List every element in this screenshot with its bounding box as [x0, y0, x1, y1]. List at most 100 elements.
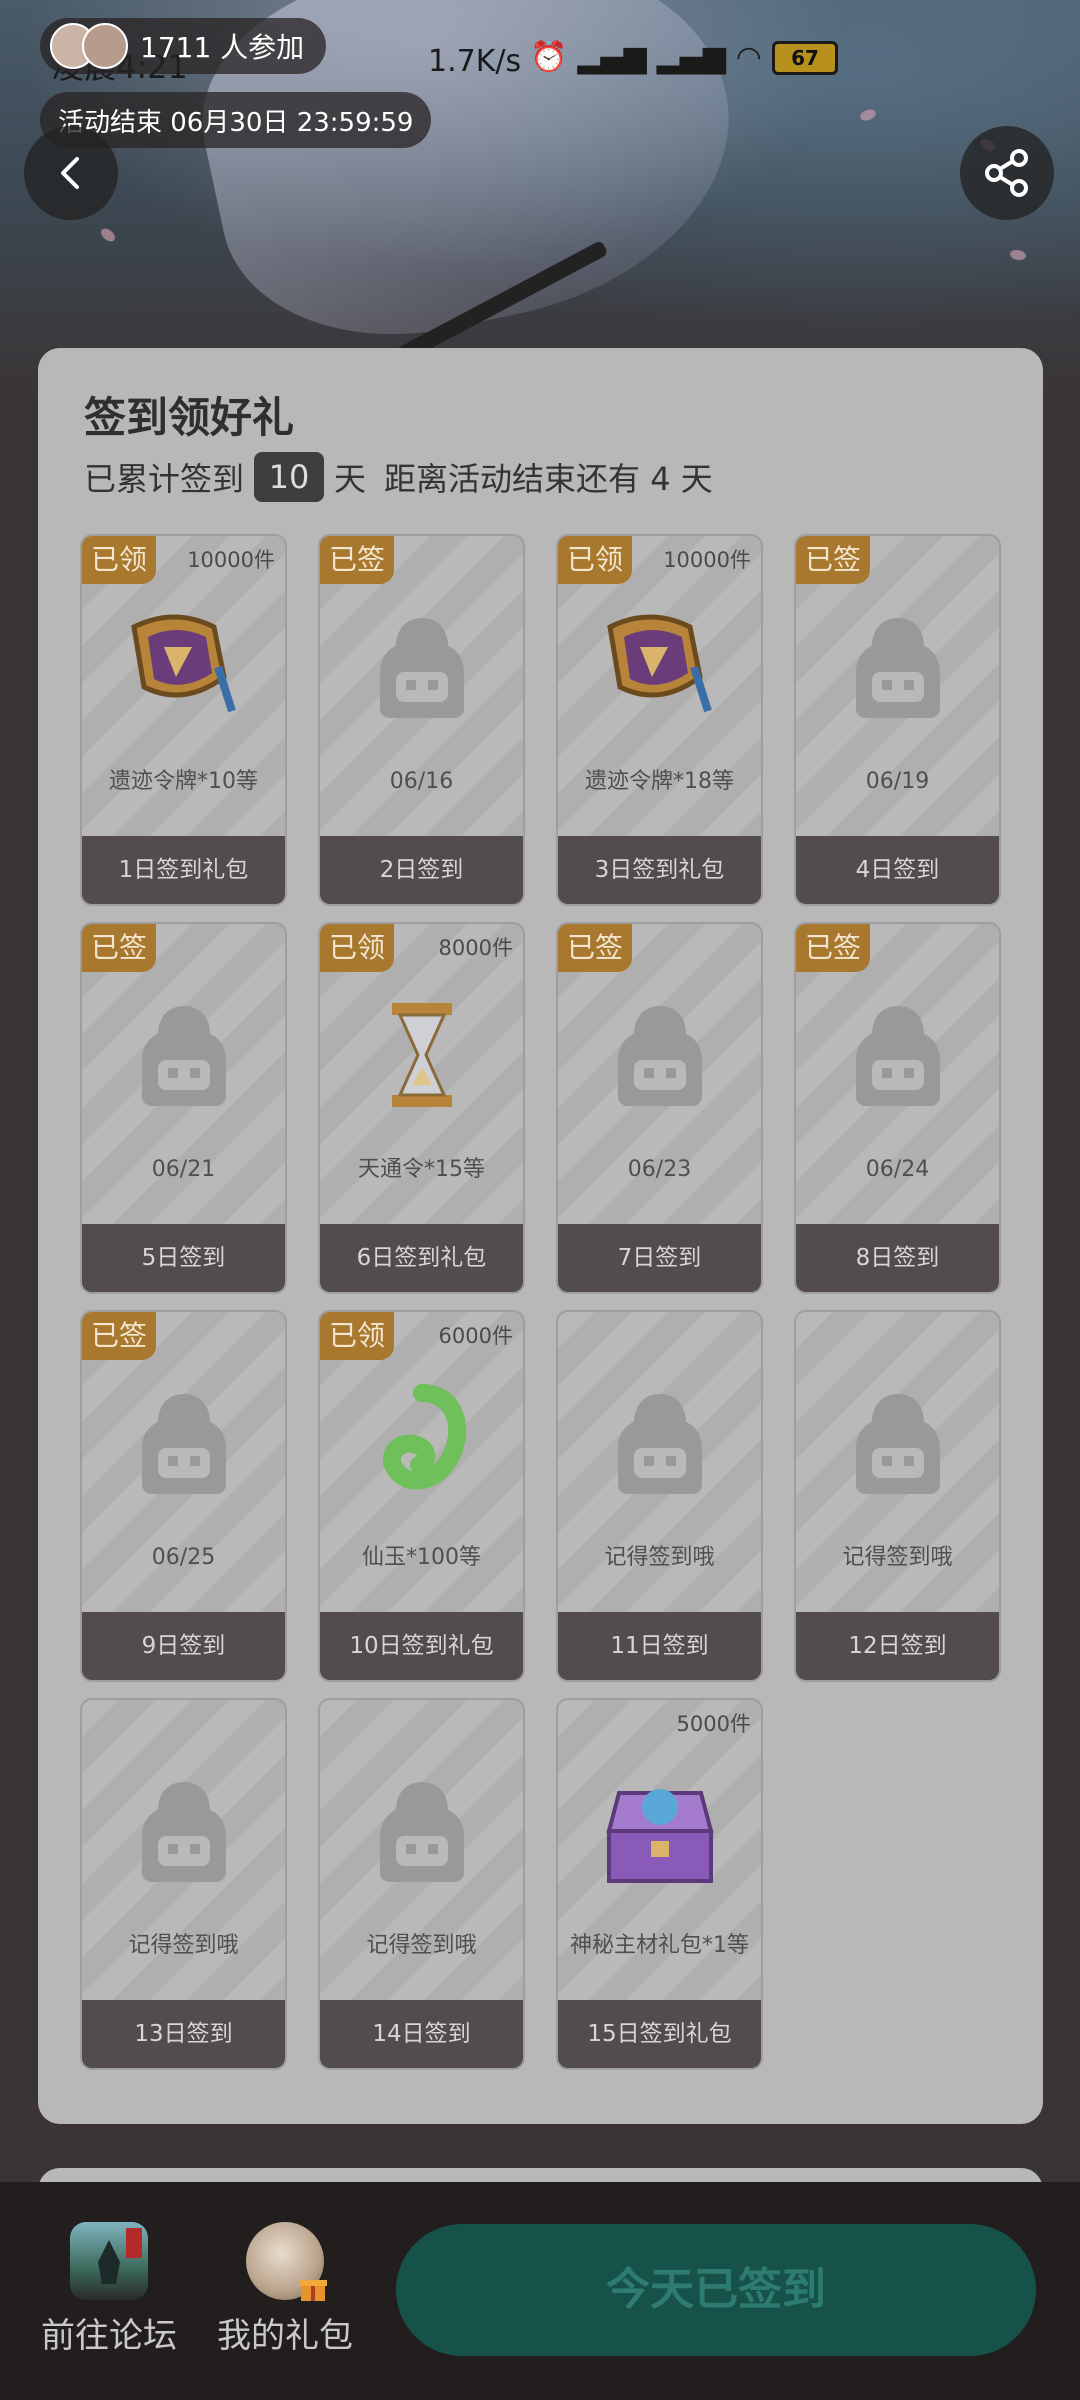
tile-day-label: 14日签到 [320, 2000, 523, 2068]
stock-quantity: 5000件 [676, 1712, 751, 1736]
tile-day-label: 7日签到 [558, 1224, 761, 1292]
tile-day-label: 8日签到 [796, 1224, 999, 1292]
jade-icon [320, 1378, 523, 1508]
checkin-day-tile[interactable]: 记得签到哦 13日签到 [80, 1698, 287, 2070]
forum-nav-button[interactable]: 前往论坛 [34, 2222, 184, 2357]
tile-reward-text: 遗迹令牌*10等 [109, 769, 258, 794]
checkin-day-tile[interactable]: 已领 6000件仙玉*100等 10日签到礼包 [318, 1310, 525, 1682]
tile-reward-text: 记得签到哦 [128, 1933, 239, 1958]
tile-day-label: 9日签到 [82, 1612, 285, 1680]
alarm-icon: ⏰ [530, 40, 568, 75]
placeholder-icon [82, 990, 285, 1120]
placeholder-icon [796, 1378, 999, 1508]
checkin-day-tile[interactable]: 已领 8000件天通令*15等 6日签到礼包 [318, 922, 525, 1294]
chest-icon [558, 1766, 761, 1896]
share-button[interactable] [960, 126, 1054, 220]
status-badge: 已签 [558, 924, 632, 972]
token-icon [558, 602, 761, 732]
status-badge: 已签 [320, 536, 394, 584]
placeholder-icon [320, 1766, 523, 1896]
hourglass-icon [320, 990, 523, 1120]
tile-day-label: 10日签到礼包 [320, 1612, 523, 1680]
petal-decoration [98, 226, 118, 244]
status-badge: 已领 [558, 536, 632, 584]
status-badge: 已领 [320, 1312, 394, 1360]
status-badge: 已签 [82, 1312, 156, 1360]
share-icon [985, 149, 1028, 197]
checkin-day-tile[interactable]: 记得签到哦 14日签到 [318, 1698, 525, 2070]
checkin-day-tile[interactable]: 已签 06/19 4日签到 [794, 534, 1001, 906]
checkin-day-tile[interactable]: 已签 06/24 8日签到 [794, 922, 1001, 1294]
tile-reward-text: 记得签到哦 [366, 1933, 477, 1958]
tile-day-label: 13日签到 [82, 2000, 285, 2068]
status-badge: 已签 [82, 924, 156, 972]
summary-prefix: 已累计签到 [84, 460, 245, 498]
signal-hd-2-icon: ▂▄▆ [656, 40, 726, 75]
participants-pill: 1711 人参加 [40, 18, 327, 74]
tile-day-label: 11日签到 [558, 1612, 761, 1680]
status-badge: 已领 [320, 924, 394, 972]
participant-avatars [50, 23, 128, 69]
forum-label: 前往论坛 [41, 2316, 177, 2356]
checkin-summary: 已累计签到 10 天 距离活动结束还有 4 天 [84, 452, 713, 502]
tile-reward-text: 06/25 [151, 1545, 216, 1570]
card-title: 签到领好礼 [84, 393, 295, 442]
tile-reward-text: 06/23 [627, 1157, 692, 1182]
tile-reward-text: 天通令*15等 [358, 1157, 485, 1182]
placeholder-icon [796, 990, 999, 1120]
checkin-day-tile[interactable]: 5000件 神秘主材礼包*1等 15日签到礼包 [556, 1698, 763, 2070]
days-count-badge: 10 [254, 452, 325, 502]
stock-quantity: 6000件 [438, 1324, 513, 1348]
forum-app-icon [70, 2222, 148, 2300]
wifi-icon: ◠ [735, 40, 762, 75]
participants-count: 1711 人参加 [140, 31, 305, 64]
checked-in-today-button[interactable]: 今天已签到 [396, 2224, 1036, 2356]
tile-day-label: 4日签到 [796, 836, 999, 904]
status-badge: 已领 [82, 536, 156, 584]
stock-quantity: 8000件 [438, 936, 513, 960]
tile-reward-text: 06/19 [865, 769, 930, 794]
tile-day-label: 6日签到礼包 [320, 1224, 523, 1292]
signal-hd-icon: ▂▄▆ [577, 40, 647, 75]
remaining-days-text: 距离活动结束还有 4 天 [384, 460, 713, 498]
tile-reward-text: 仙玉*100等 [362, 1545, 481, 1570]
activity-end-time: 活动结束 06月30日 23:59:59 [58, 107, 414, 138]
checkin-grid: 已领 10000件 遗迹令牌*10等 1日签到礼包 已签 06/16 2日签到 已领 10000… [80, 534, 1001, 2070]
placeholder-icon [558, 990, 761, 1120]
battery-level: 67 [791, 45, 819, 70]
status-badge: 已签 [796, 536, 870, 584]
status-badge: 已签 [796, 924, 870, 972]
placeholder-icon [82, 1766, 285, 1896]
placeholder-icon [796, 602, 999, 732]
status-icons: ⏰ ▂▄▆ ▂▄▆ ◠ 67 [530, 40, 838, 75]
stock-quantity: 10000件 [663, 548, 751, 572]
checkin-day-tile[interactable]: 已签 06/21 5日签到 [80, 922, 287, 1294]
battery-icon: 67 [771, 40, 838, 75]
avatar [82, 23, 128, 69]
placeholder-icon [82, 1378, 285, 1508]
tile-day-label: 12日签到 [796, 1612, 999, 1680]
tile-day-label: 2日签到 [320, 836, 523, 904]
gift-avatar-icon [246, 2222, 327, 2301]
checkin-card: 签到领好礼 已累计签到 10 天 距离活动结束还有 4 天 已领 10000件 遗迹… [38, 348, 1043, 2124]
tile-reward-text: 06/16 [389, 769, 454, 794]
checkin-day-tile[interactable]: 已领 10000件 遗迹令牌*10等 1日签到礼包 [80, 534, 287, 906]
placeholder-icon [558, 1378, 761, 1508]
tile-reward-text: 神秘主材礼包*1等 [570, 1933, 749, 1958]
bottom-bar: 前往论坛 我的礼包 今天已签到 [0, 2182, 1080, 2400]
tile-day-label: 5日签到 [82, 1224, 285, 1292]
checkin-day-tile[interactable]: 记得签到哦 11日签到 [556, 1310, 763, 1682]
tile-reward-text: 遗迹令牌*18等 [585, 769, 734, 794]
my-gifts-label: 我的礼包 [217, 2316, 353, 2356]
tile-day-label: 3日签到礼包 [558, 836, 761, 904]
placeholder-icon [320, 602, 523, 732]
tile-reward-text: 06/24 [865, 1157, 930, 1182]
checkin-day-tile[interactable]: 记得签到哦 12日签到 [794, 1310, 1001, 1682]
checkin-day-tile[interactable]: 已签 06/16 2日签到 [318, 534, 525, 906]
tile-reward-text: 记得签到哦 [842, 1545, 953, 1570]
my-gifts-nav-button[interactable]: 我的礼包 [210, 2222, 360, 2357]
checkin-day-tile[interactable]: 已领 10000件遗迹令牌*18等 3日签到礼包 [556, 534, 763, 906]
checkin-day-tile[interactable]: 已签 06/23 7日签到 [556, 922, 763, 1294]
back-button[interactable] [24, 126, 118, 220]
checkin-day-tile[interactable]: 已签 06/25 9日签到 [80, 1310, 287, 1682]
